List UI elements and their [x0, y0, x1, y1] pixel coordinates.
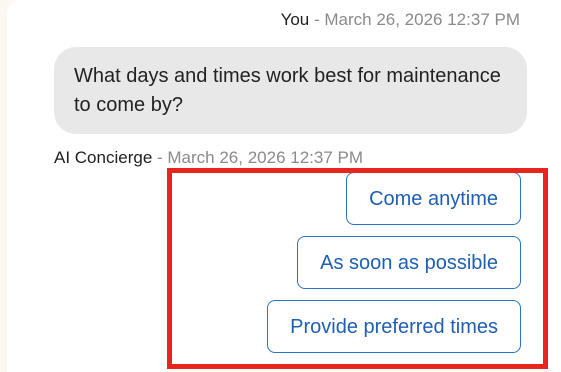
user-message-bubble: What days and times work best for mainte… [54, 47, 527, 134]
user-meta-separator: - [309, 10, 325, 29]
user-message-meta: You - March 26, 2026 12:37 PM [281, 9, 520, 31]
user-message-text: What days and times work best for mainte… [74, 65, 501, 116]
assistant-message-meta: AI Concierge - March 26, 2026 12:37 PM [54, 147, 363, 169]
user-message-timestamp: March 26, 2026 12:37 PM [324, 10, 520, 29]
assistant-message-timestamp: March 26, 2026 12:37 PM [167, 148, 364, 167]
user-sender-name: You [280, 10, 310, 29]
assistant-meta-separator: - [152, 148, 168, 167]
assistant-sender-name: AI Concierge [54, 148, 153, 167]
highlight-box [167, 168, 548, 369]
